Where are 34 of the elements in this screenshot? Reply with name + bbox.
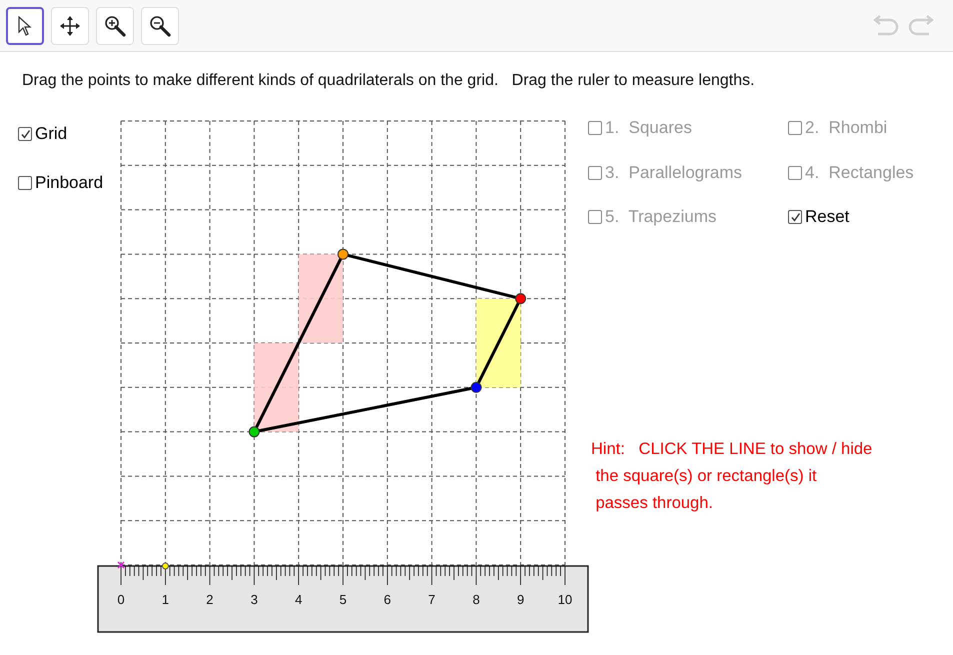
checkbox-option[interactable]: Pinboard (18, 173, 104, 193)
zoom-in-icon (104, 14, 126, 36)
ruler-label: 0 (117, 592, 125, 607)
cursor-icon (18, 16, 32, 36)
instruction-text: Drag the points to make different kinds of quadrilaterals on the grid. Drag the ruler to measure lengths. (22, 72, 755, 90)
zoom-out-icon (149, 14, 171, 36)
zoom-out-tool-button[interactable] (141, 6, 179, 44)
ruler-label: 6 (384, 592, 392, 607)
zoom-in-tool-button[interactable] (96, 6, 134, 44)
ruler[interactable] (97, 565, 589, 633)
move-arrows-icon (59, 14, 81, 36)
move-tool-button[interactable] (51, 6, 89, 44)
vertex-point[interactable] (470, 382, 482, 393)
checkbox-option[interactable]: Reset (788, 207, 850, 227)
ruler-label: 5 (339, 592, 347, 607)
ruler-label: 3 (250, 592, 258, 607)
ruler-label: 10 (558, 592, 572, 607)
vertex-point[interactable] (248, 426, 260, 438)
pointer-tool-button[interactable] (6, 6, 44, 44)
cross-marker-icon[interactable] (117, 561, 125, 569)
ruler-label: 8 (472, 592, 480, 607)
ruler-label: 2 (206, 592, 214, 607)
ruler-label: 7 (428, 592, 436, 607)
checkbox-option[interactable]: Grid (18, 124, 68, 144)
checkbox[interactable] (788, 210, 802, 224)
ruler-handle-point[interactable] (162, 562, 169, 570)
ruler-label: 4 (294, 592, 302, 607)
checkbox[interactable] (18, 127, 32, 141)
checkbox[interactable] (18, 176, 32, 190)
hint-text: Hint: CLICK THE LINE to show / hide the square(s) or rectangle(s) it passes through. (591, 439, 872, 514)
ruler-label: 1 (162, 592, 170, 607)
vertex-point[interactable] (515, 293, 526, 304)
vertex-point[interactable] (338, 248, 348, 260)
ruler-label: 9 (516, 592, 524, 607)
